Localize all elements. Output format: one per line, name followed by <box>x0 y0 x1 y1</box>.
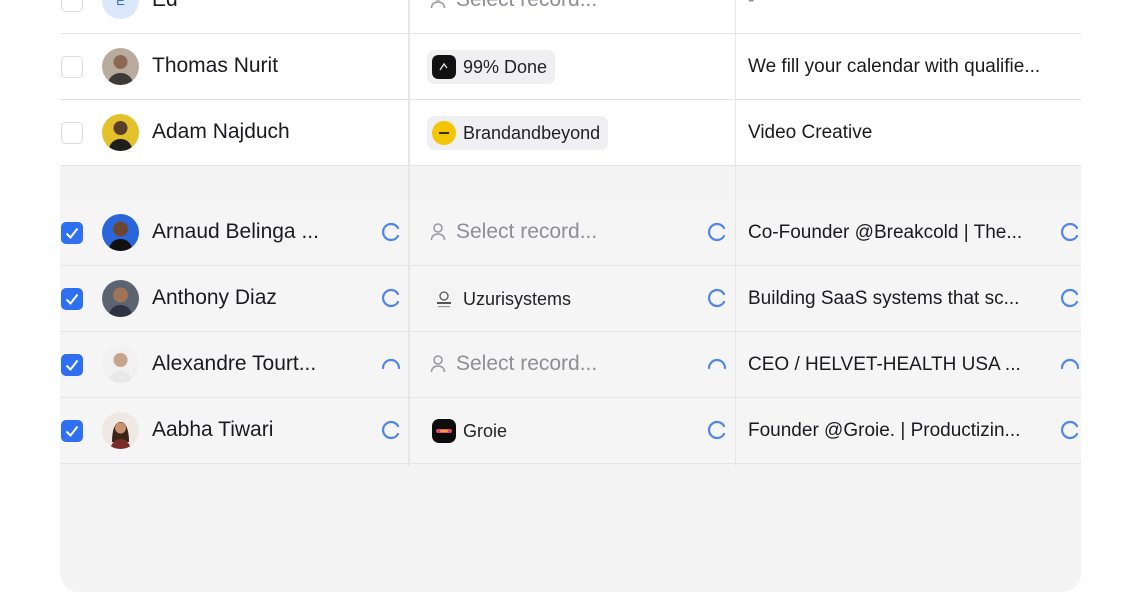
loading-spinner-icon <box>381 288 400 308</box>
loading-spinner-icon <box>1060 358 1080 370</box>
uzuri-logo-icon <box>432 287 456 311</box>
contact-name[interactable]: Thomas Nurit <box>152 54 278 78</box>
company-placeholder-text: Select record... <box>456 220 598 243</box>
company-chip[interactable]: 99% Done <box>427 50 556 84</box>
avatar <box>102 412 139 449</box>
company-select-placeholder[interactable]: Select record... <box>430 0 597 12</box>
avatar <box>102 48 139 85</box>
avatar <box>102 214 139 251</box>
company-chip[interactable]: Groie <box>427 414 515 448</box>
loading-spinner-icon <box>707 420 726 440</box>
loading-spinner-icon <box>707 222 726 242</box>
yellow-circle-logo-icon <box>432 121 456 145</box>
row-checkbox[interactable] <box>61 0 83 12</box>
loading-spinner-icon <box>1060 288 1079 308</box>
avatar <box>102 280 139 317</box>
description-cell[interactable]: Co-Founder @Breakcold | The... <box>748 222 1022 244</box>
loading-spinner-icon <box>381 420 400 440</box>
company-placeholder-text: Select record... <box>456 0 597 12</box>
contact-name[interactable]: Aabha Tiwari <box>152 418 273 442</box>
company-name: 99% Done <box>463 56 548 77</box>
description-cell[interactable]: We fill your calendar with qualifie... <box>748 56 1040 78</box>
company-chip[interactable]: Uzurisystems <box>427 282 579 316</box>
avatar <box>102 346 139 383</box>
table-row[interactable]: Anthony Diaz Uzurisystems Building SaaS … <box>60 266 1081 332</box>
loading-spinner-icon <box>1060 222 1079 242</box>
company-select-placeholder[interactable]: Select record... <box>430 220 597 244</box>
description-cell[interactable]: Founder @Groie. | Productizin... <box>748 420 1020 442</box>
company-name: Brandandbeyond <box>463 122 601 143</box>
avatar <box>102 114 139 151</box>
dark-circle-logo-icon <box>432 55 456 79</box>
avatar: E <box>102 0 139 19</box>
company-select-placeholder[interactable]: Select record... <box>430 352 597 376</box>
loading-spinner-icon <box>381 222 400 242</box>
loading-spinner-icon <box>707 288 726 308</box>
table-row[interactable]: E Ed Select record... - <box>60 0 1081 34</box>
company-name: Uzurisystems <box>463 288 572 309</box>
loading-spinner-icon <box>381 358 401 370</box>
column-divider <box>408 0 410 466</box>
table-row[interactable]: Arnaud Belinga ... Select record... Co-F… <box>60 200 1081 266</box>
person-icon <box>430 223 446 241</box>
row-checkbox[interactable] <box>61 420 83 442</box>
table-row[interactable]: Alexandre Tourt... Select record... CEO … <box>60 332 1081 398</box>
description-cell[interactable]: CEO / HELVET-HEALTH USA ... <box>748 354 1021 376</box>
table-row[interactable]: Adam Najduch Brandandbeyond Video Creati… <box>60 100 1081 166</box>
company-name: Groie <box>463 420 508 441</box>
column-divider <box>735 0 736 466</box>
description-cell[interactable]: Building SaaS systems that sc... <box>748 288 1019 310</box>
contact-name[interactable]: Arnaud Belinga ... <box>152 220 319 244</box>
company-chip[interactable]: Brandandbeyond <box>427 116 609 150</box>
row-checkbox[interactable] <box>61 288 83 310</box>
groie-logo-icon <box>432 419 456 443</box>
row-checkbox[interactable] <box>61 56 83 78</box>
contact-name[interactable]: Alexandre Tourt... <box>152 352 316 376</box>
person-icon <box>430 0 446 9</box>
row-checkbox[interactable] <box>61 354 83 376</box>
description-cell[interactable]: Video Creative <box>748 122 872 144</box>
description-cell[interactable]: - <box>748 0 754 12</box>
person-icon <box>430 355 446 373</box>
company-placeholder-text: Select record... <box>456 352 598 375</box>
contact-name[interactable]: Ed <box>152 0 178 12</box>
contact-name[interactable]: Anthony Diaz <box>152 286 277 310</box>
loading-spinner-icon <box>707 358 727 370</box>
row-checkbox[interactable] <box>61 122 83 144</box>
table-row[interactable]: Thomas Nurit 99% Done We fill your calen… <box>60 34 1081 100</box>
records-table-panel: E Ed Select record... - Thomas Nurit 99%… <box>60 0 1081 592</box>
row-checkbox[interactable] <box>61 222 83 244</box>
contact-name[interactable]: Adam Najduch <box>152 120 290 144</box>
table-row[interactable]: Aabha Tiwari Groie Founder @Groie. | Pro… <box>60 398 1081 464</box>
loading-spinner-icon <box>1060 420 1079 440</box>
